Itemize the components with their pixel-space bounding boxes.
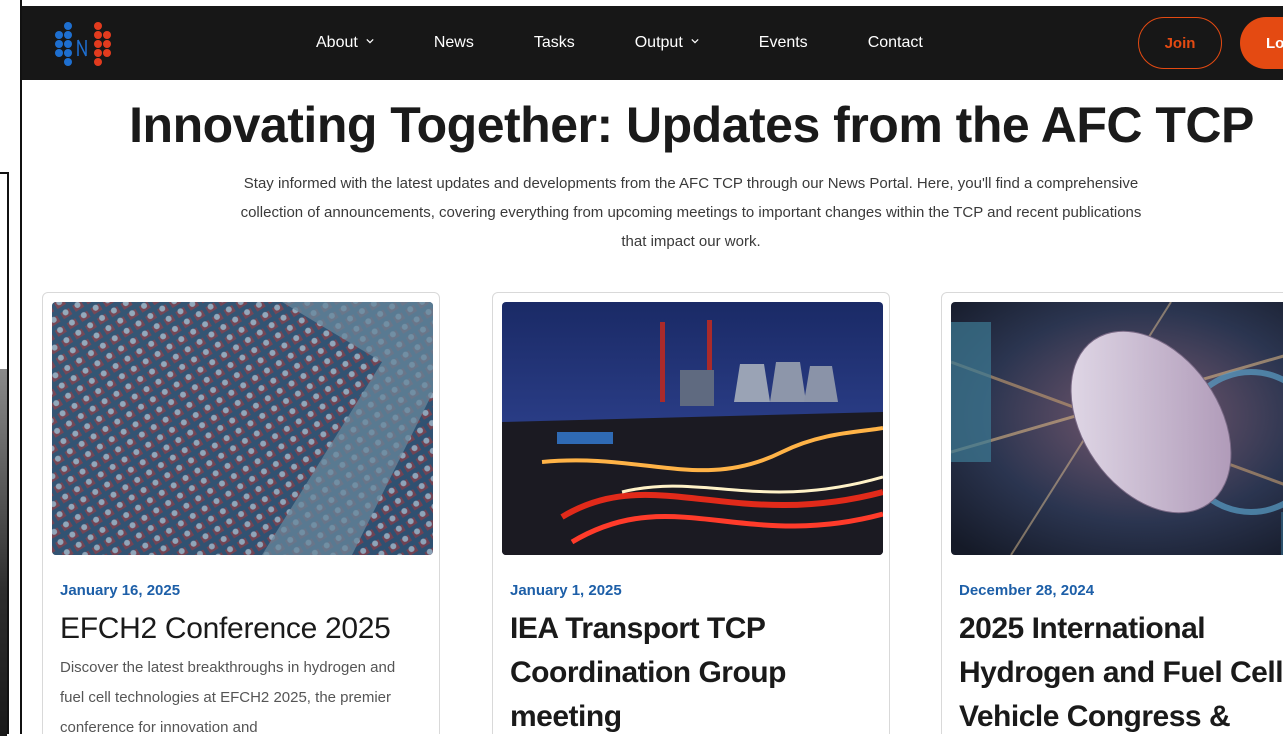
background-window-photo <box>0 369 7 736</box>
main-nav: About News Tasks Output Events Contact <box>316 6 983 80</box>
nav-item-label: Tasks <box>533 34 575 51</box>
news-card[interactable]: January 16, 2025 EFCH2 Conference 2025 D… <box>42 292 440 734</box>
nav-item-about[interactable]: About <box>316 34 374 52</box>
news-card[interactable]: January 1, 2025 IEA Transport TCP Coordi… <box>492 292 890 734</box>
card-date: January 16, 2025 <box>60 582 181 599</box>
nav-item-contact[interactable]: Contact <box>868 34 923 52</box>
power-plant-night-image[interactable] <box>502 302 883 555</box>
chevron-down-icon <box>366 38 374 44</box>
card-title[interactable]: IEA Transport TCP Coordination Group mee… <box>510 607 880 734</box>
nav-item-label: Contact <box>867 34 923 51</box>
background-window-edge <box>0 172 9 736</box>
nav-item-label: Output <box>634 34 683 51</box>
card-title[interactable]: 2025 International Hydrogen and Fuel Cel… <box>959 607 1283 734</box>
nav-item-tasks[interactable]: Tasks <box>534 34 575 52</box>
nav-item-label: News <box>433 34 474 51</box>
window-border <box>20 0 22 734</box>
page-description: Stay informed with the latest updates an… <box>240 175 1142 250</box>
card-date: January 1, 2025 <box>510 582 622 599</box>
news-card[interactable]: December 28, 2024 2025 International Hyd… <box>941 292 1283 734</box>
login-button[interactable]: Lo <box>1240 17 1283 69</box>
nav-item-events[interactable]: Events <box>759 34 808 52</box>
page: About News Tasks Output Events Contact J… <box>20 0 1283 734</box>
navbar: About News Tasks Output Events Contact J… <box>20 0 1283 80</box>
futuristic-city-image[interactable] <box>951 302 1283 555</box>
logo-icon[interactable] <box>54 16 118 72</box>
card-excerpt: Discover the latest breakthroughs in hyd… <box>60 659 396 734</box>
join-button[interactable]: Join <box>1138 17 1222 69</box>
nav-item-label: Events <box>758 34 808 51</box>
conference-audience-image[interactable] <box>52 302 433 555</box>
nav-item-news[interactable]: News <box>434 34 474 52</box>
nav-item-label: About <box>316 34 358 51</box>
chevron-down-icon <box>691 38 699 44</box>
card-title[interactable]: EFCH2 Conference 2025 <box>60 607 430 651</box>
nav-item-output[interactable]: Output <box>635 34 699 52</box>
card-date: December 28, 2024 <box>959 582 1095 599</box>
page-title: Innovating Together: Updates from the AF… <box>129 97 1254 153</box>
